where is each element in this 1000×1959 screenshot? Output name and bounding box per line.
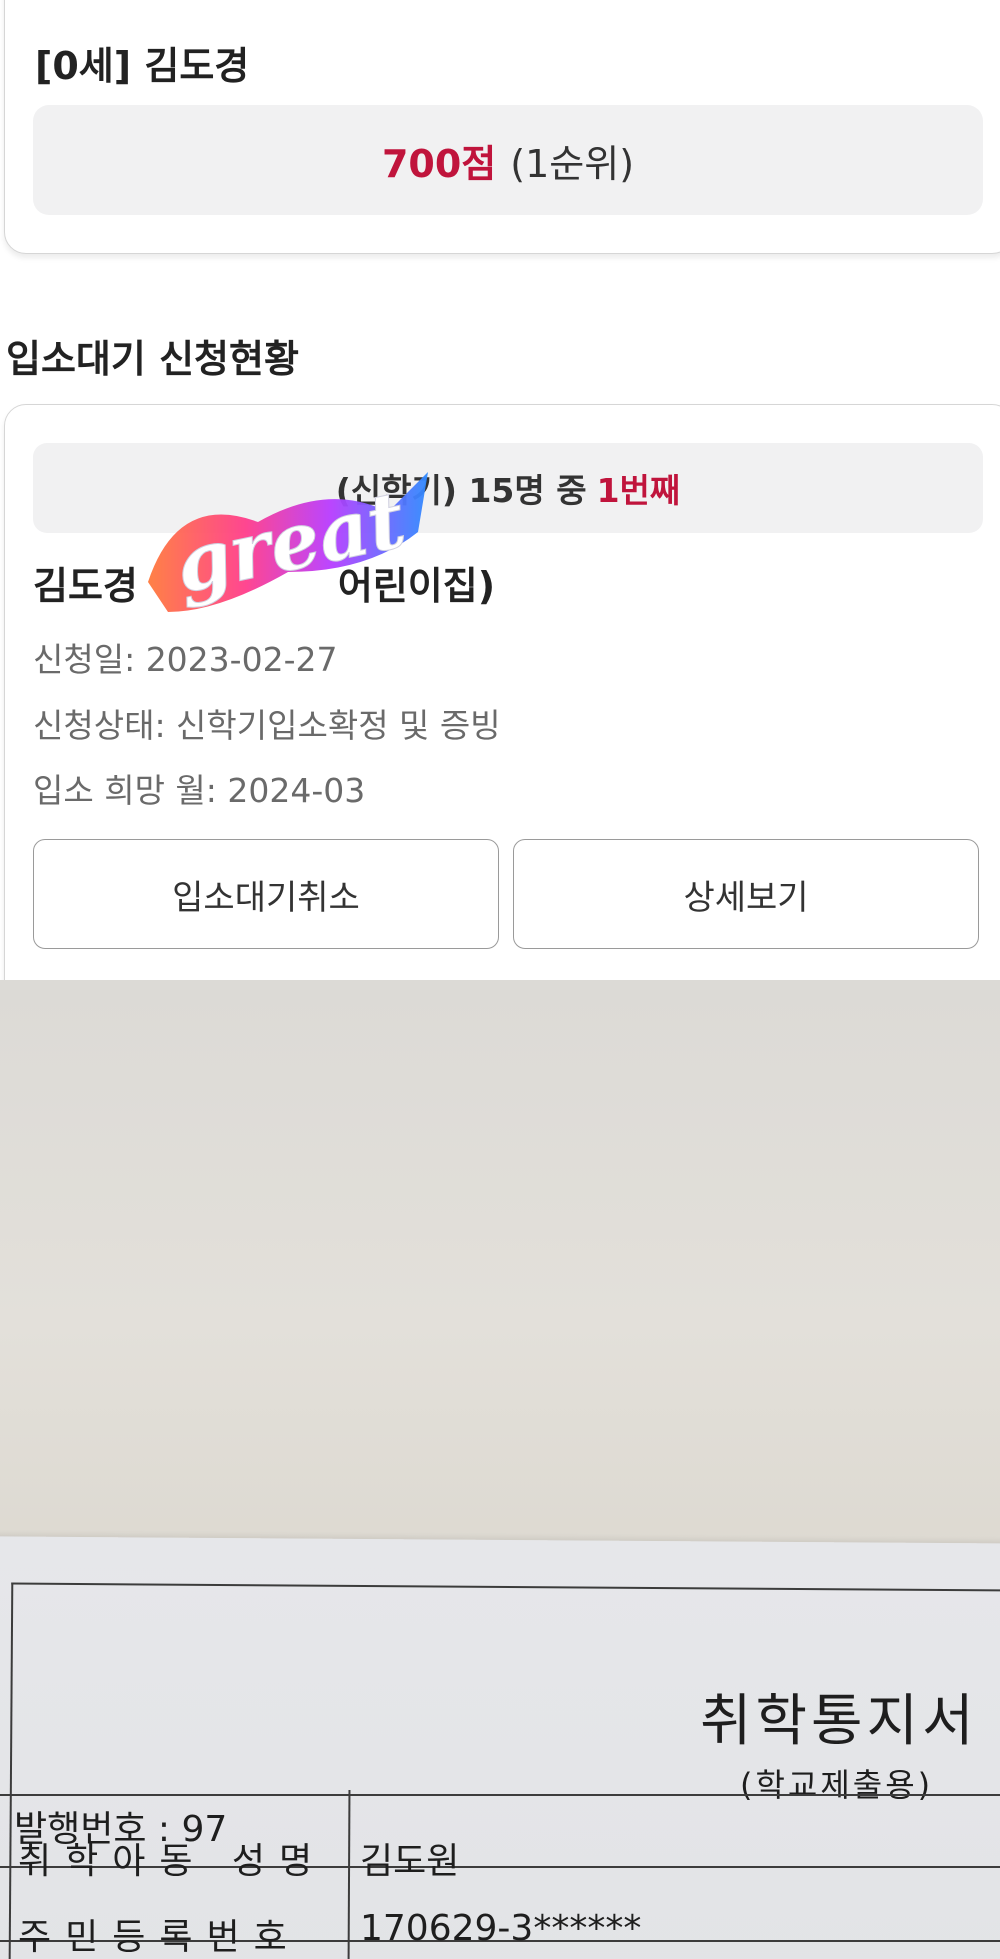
- table-row-value: 김도원: [360, 1841, 460, 1882]
- apply-date: 신청일: 2023-02-27: [33, 640, 338, 679]
- document-title: 취학통지서: [700, 1689, 978, 1754]
- table-row-label: 취학아동 성명: [18, 1841, 327, 1882]
- waitlist-rank-highlight: 1번째: [596, 471, 681, 510]
- table-row-label: 주민등록번호: [18, 1917, 301, 1958]
- score-box: 700점 (1순위): [33, 105, 983, 215]
- score-value: 700점: [381, 141, 497, 186]
- apply-status: 신청상태: 신학기입소확정 및 증빙: [33, 706, 501, 745]
- table-divider: [0, 1794, 1000, 1796]
- document-subtitle: (학교제출용): [740, 1766, 934, 1804]
- score-rank: (1순위): [510, 141, 635, 186]
- app-screen: [0세] 김도경 700점 (1순위) 입소대기 신청현황 (신학기) 15명 …: [0, 0, 1000, 980]
- great-sticker-icon: great: [148, 472, 428, 612]
- cancel-waitlist-button[interactable]: 입소대기취소: [33, 839, 499, 949]
- document-photo: 취학통지서 (학교제출용) 발행번호 : 97 취학아동 성명 김도원 주민등록…: [0, 980, 1000, 1959]
- table-row-value: 170629-3******: [360, 1908, 642, 1949]
- child-title: [0세] 김도경: [35, 44, 250, 88]
- section-title: 입소대기 신청현황: [6, 337, 299, 381]
- score-card: [0세] 김도경 700점 (1순위): [4, 0, 1000, 254]
- sticker-text: great: [167, 474, 413, 611]
- desired-month: 입소 희망 월: 2024-03: [33, 771, 366, 810]
- applicant-name: 김도경: [33, 564, 138, 608]
- view-detail-button[interactable]: 상세보기: [513, 839, 979, 949]
